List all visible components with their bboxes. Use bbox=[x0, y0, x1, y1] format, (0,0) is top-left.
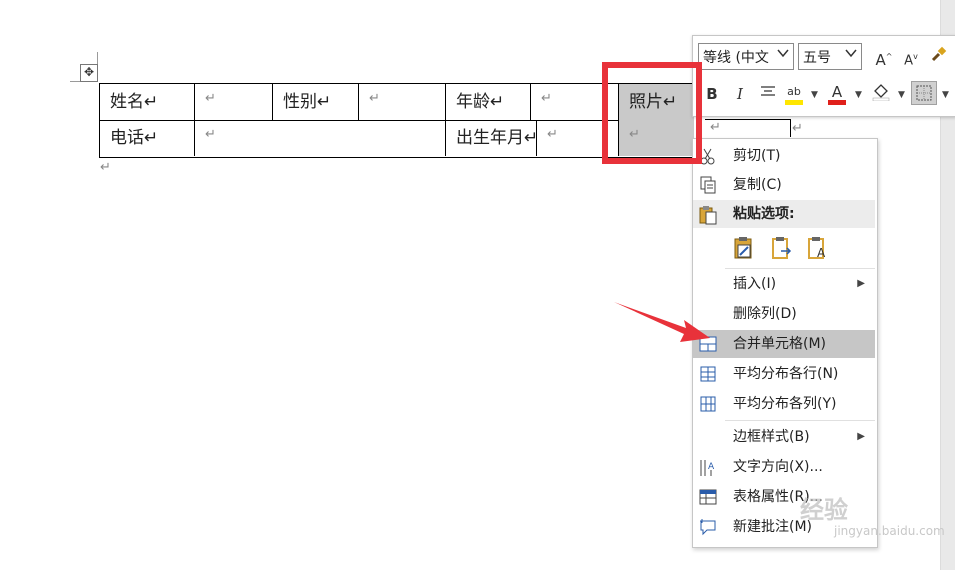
menu-item-label: 边框样式(B) bbox=[733, 429, 810, 445]
italic-icon: I bbox=[737, 85, 743, 103]
paragraph-mark: ↵ bbox=[100, 160, 111, 175]
submenu-arrow-icon: ▶ bbox=[857, 278, 865, 289]
svg-text:A: A bbox=[817, 246, 826, 260]
menu-item-distribute-rows[interactable]: 平均分布各行(N) bbox=[693, 360, 875, 388]
chevron-down-icon bbox=[776, 46, 790, 64]
borders-icon bbox=[916, 85, 932, 101]
chevron-down-icon[interactable]: ▼ bbox=[855, 90, 862, 100]
watermark-url: jingyan.baidu.com bbox=[834, 524, 945, 538]
paragraph-mark: ↵ bbox=[541, 91, 552, 106]
paste-keep-formatting-icon[interactable] bbox=[733, 236, 755, 260]
center-align-button[interactable] bbox=[757, 82, 779, 106]
paste-merge-formatting-icon[interactable] bbox=[771, 236, 793, 260]
distribute-rows-icon bbox=[698, 365, 718, 383]
bold-icon: B bbox=[706, 85, 718, 103]
chevron-down-icon[interactable]: ▼ bbox=[942, 90, 949, 100]
menu-item-label: 平均分布各列(Y) bbox=[733, 396, 837, 412]
new-comment-icon bbox=[698, 518, 718, 536]
menu-item-border-styles[interactable]: 边框样式(B) ▶ bbox=[693, 423, 875, 451]
menu-item-delete-column[interactable]: 删除列(D) bbox=[693, 300, 875, 328]
copy-icon bbox=[698, 176, 718, 194]
chevron-down-icon[interactable]: ▼ bbox=[811, 90, 818, 100]
chevron-down-icon bbox=[844, 46, 858, 64]
shrink-font-icon: A bbox=[904, 53, 914, 69]
table-cell[interactable]: ↵ bbox=[359, 84, 446, 120]
highlight-button[interactable]: ab bbox=[783, 80, 805, 105]
paragraph-mark: ↵ bbox=[792, 121, 803, 136]
highlight-icon: ab bbox=[787, 85, 801, 98]
menu-item-copy[interactable]: 复制(C) bbox=[693, 171, 875, 199]
align-center-icon bbox=[761, 86, 775, 96]
font-name-dropdown[interactable]: 等线 (中文 bbox=[698, 43, 794, 70]
paint-bucket-icon bbox=[872, 84, 890, 102]
font-color-button[interactable]: A bbox=[826, 80, 848, 105]
paste-options-row: A bbox=[693, 228, 875, 268]
cell-text: 姓名↵ bbox=[110, 92, 159, 112]
menu-header-paste-options: 粘贴选项: bbox=[693, 200, 875, 228]
table-cell[interactable]: 性别↵ bbox=[273, 84, 359, 120]
menu-item-label: 复制(C) bbox=[733, 177, 782, 193]
highlight-box bbox=[602, 62, 702, 164]
menu-item-label: 删除列(D) bbox=[733, 306, 797, 322]
table-properties-icon bbox=[698, 488, 718, 506]
format-painter-icon bbox=[931, 46, 947, 62]
cell-text: 性别↵ bbox=[283, 92, 332, 112]
menu-item-label: 文字方向(X)... bbox=[733, 459, 823, 475]
font-name-value: 等线 (中文 bbox=[703, 50, 769, 66]
paragraph-mark: ↵ bbox=[547, 127, 558, 142]
menu-item-merge-cells[interactable]: 合并单元格(M) bbox=[693, 330, 875, 358]
mini-toolbar: 等线 (中文 五号 A^ Av B I ab ▼ A ▼ ▼ ▼ bbox=[692, 35, 955, 117]
menu-item-label: 平均分布各行(N) bbox=[733, 366, 839, 382]
submenu-arrow-icon: ▶ bbox=[857, 431, 865, 442]
table-cell[interactable]: 出生年月↵ bbox=[446, 120, 539, 156]
font-size-dropdown[interactable]: 五号 bbox=[798, 43, 862, 70]
paste-text-only-icon[interactable]: A bbox=[807, 236, 829, 260]
table-cell[interactable]: 电话↵ bbox=[100, 120, 195, 156]
menu-item-distribute-columns[interactable]: 平均分布各列(Y) bbox=[693, 390, 875, 418]
paragraph-mark: ↵ bbox=[710, 120, 721, 135]
shrink-font-button[interactable]: Av bbox=[900, 45, 922, 69]
menu-item-label: 剪切(T) bbox=[733, 148, 781, 164]
table-cell[interactable]: 年龄↵ bbox=[446, 84, 531, 120]
distribute-columns-icon bbox=[698, 395, 718, 413]
text-direction-icon: A bbox=[698, 458, 718, 476]
grow-font-button[interactable]: A^ bbox=[873, 45, 895, 69]
format-painter-button[interactable] bbox=[928, 45, 950, 69]
cell-text: 出生年月↵ bbox=[456, 128, 539, 148]
font-color-icon: A bbox=[831, 83, 843, 101]
paragraph-mark: ↵ bbox=[205, 127, 216, 142]
context-menu: 剪切(T) 复制(C) 粘贴选项: A 插入(I) ▶ 删除列(D) 合并单元格… bbox=[692, 138, 878, 548]
chevron-down-icon[interactable]: ▼ bbox=[898, 90, 905, 100]
menu-item-label: 合并单元格(M) bbox=[733, 336, 827, 352]
cell-text: 电话↵ bbox=[110, 128, 159, 148]
table-move-handle-icon[interactable]: ✥ bbox=[80, 64, 98, 82]
watermark: 经验 bbox=[800, 496, 848, 524]
bold-button[interactable]: B bbox=[701, 82, 723, 106]
paragraph-mark: ↵ bbox=[205, 91, 216, 106]
menu-separator bbox=[725, 420, 875, 421]
borders-button[interactable] bbox=[911, 81, 937, 105]
menu-item-text-direction[interactable]: A 文字方向(X)... bbox=[693, 453, 875, 481]
italic-button[interactable]: I bbox=[729, 82, 751, 106]
paragraph-mark: ↵ bbox=[369, 91, 380, 106]
menu-item-cut[interactable]: 剪切(T) bbox=[693, 142, 875, 170]
table-cell[interactable]: ↵ bbox=[195, 120, 446, 156]
table-cell[interactable]: 姓名↵ bbox=[100, 84, 195, 120]
cell-text: 年龄↵ bbox=[456, 92, 505, 112]
table-border bbox=[790, 119, 791, 137]
paste-icon bbox=[698, 205, 718, 225]
menu-item-label: 插入(I) bbox=[733, 276, 777, 292]
menu-item-insert[interactable]: 插入(I) ▶ bbox=[693, 270, 875, 298]
shading-button[interactable] bbox=[870, 81, 892, 105]
menu-item-label: 粘贴选项: bbox=[733, 206, 795, 222]
menu-separator bbox=[725, 268, 875, 269]
table-cell[interactable]: ↵ bbox=[195, 84, 273, 120]
red-arrow-icon bbox=[614, 302, 710, 342]
font-size-value: 五号 bbox=[803, 50, 831, 66]
grow-font-icon: A bbox=[875, 51, 886, 69]
